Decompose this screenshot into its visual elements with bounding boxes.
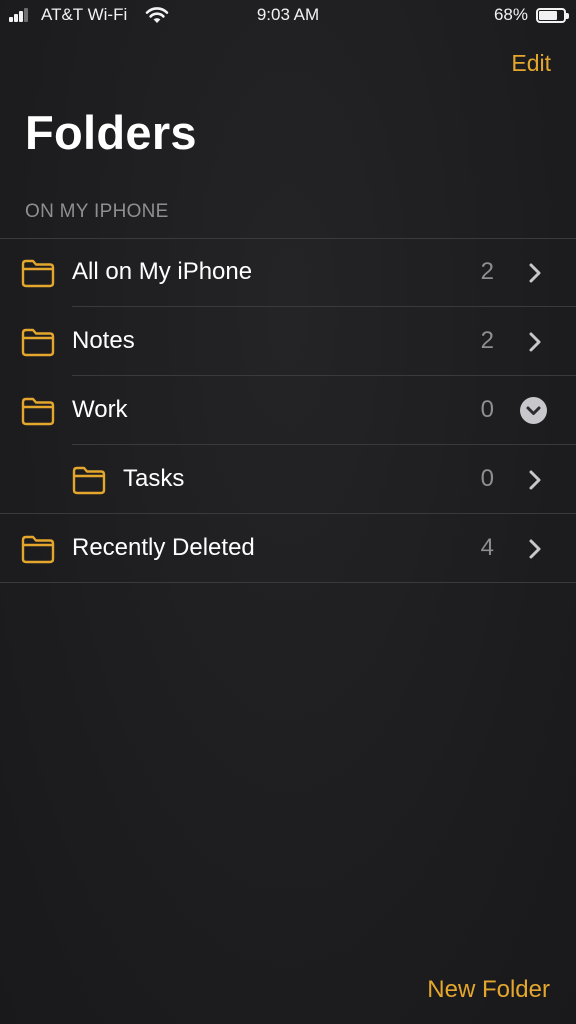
note-count: 2 (480, 327, 494, 354)
note-count: 0 (480, 396, 494, 423)
page-title: Folders (25, 106, 197, 159)
folder-label: Notes (72, 327, 135, 354)
chevron-right-icon (529, 332, 541, 352)
folder-icon (21, 397, 55, 426)
folder-row-all-on-my-iphone[interactable]: All on My iPhone 2 (0, 238, 576, 307)
chevron-right-icon (529, 539, 541, 559)
folder-row-work[interactable]: Work 0 (0, 376, 576, 445)
folder-icon (21, 328, 55, 357)
note-count: 0 (480, 465, 494, 492)
folder-row-tasks[interactable]: Tasks 0 (0, 445, 576, 514)
section-header: ON MY IPHONE (25, 201, 169, 222)
battery-percent: 68% (493, 5, 528, 24)
divider (0, 582, 576, 583)
folder-row-recently-deleted[interactable]: Recently Deleted 4 (0, 514, 576, 583)
folder-icon (72, 466, 106, 495)
folder-label: Work (72, 396, 128, 423)
folder-label: All on My iPhone (72, 258, 253, 285)
status-time: 9:03 AM (256, 5, 320, 24)
status-bar: AT&T Wi-Fi 9:03 AM 68% (0, 0, 576, 32)
collapse-circle-icon[interactable] (520, 397, 547, 424)
folder-label: Recently Deleted (72, 534, 255, 561)
note-count: 2 (480, 258, 494, 285)
note-count: 4 (480, 534, 494, 561)
chevron-right-icon (529, 470, 541, 490)
battery-icon (536, 8, 569, 23)
new-folder-button[interactable]: New Folder (427, 976, 550, 1004)
folder-icon (21, 535, 55, 564)
edit-button[interactable]: Edit (511, 50, 551, 77)
folder-row-notes[interactable]: Notes 2 (0, 307, 576, 376)
folder-label: Tasks (123, 465, 185, 492)
folder-icon (21, 259, 55, 288)
chevron-right-icon (529, 263, 541, 283)
notes-folders-screen: AT&T Wi-Fi 9:03 AM 68% Edit Folders ON M… (0, 0, 576, 1024)
